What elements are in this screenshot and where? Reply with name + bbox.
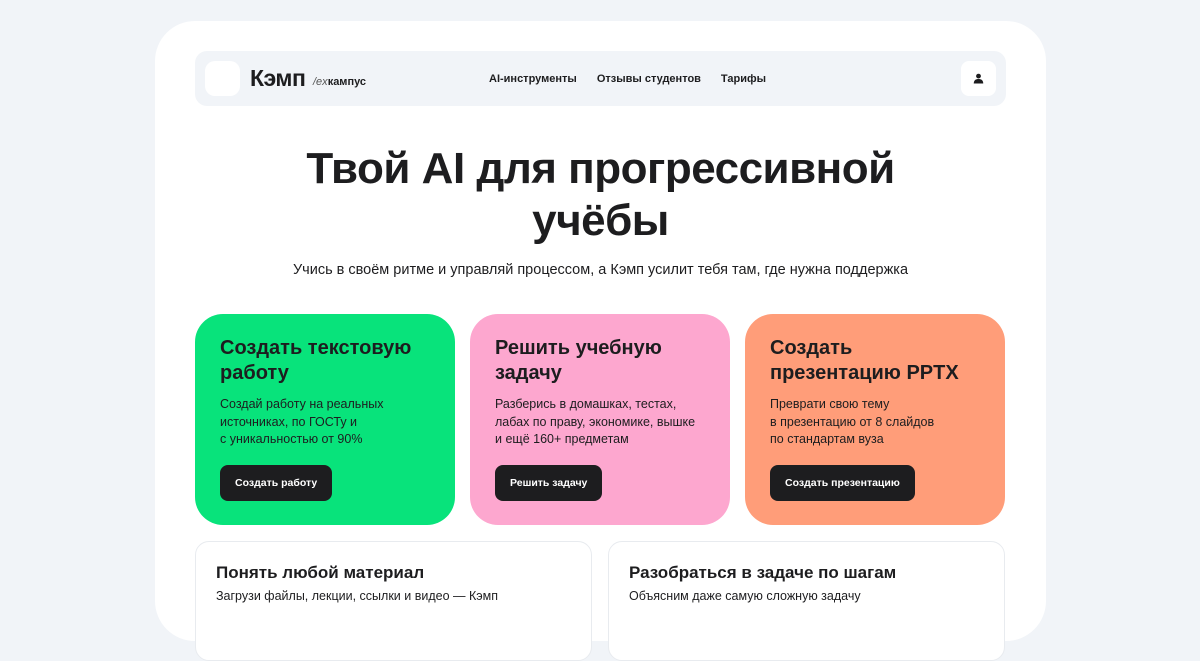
nav-link-ai-tools[interactable]: AI-инструменты: [489, 73, 577, 85]
create-work-button[interactable]: Создать работу: [220, 465, 333, 501]
card-desc-line: в презентацию от 8 слайдов: [770, 414, 935, 429]
hero-title-line1: Твой AI для прогрессивной: [306, 144, 895, 193]
card-title-line2: работу: [220, 362, 289, 384]
card-title-line2: презентацию PPTX: [770, 362, 959, 384]
create-presentation-button[interactable]: Создать презентацию: [770, 465, 915, 501]
user-icon: [973, 73, 984, 84]
feature-title: Понять любой материал: [216, 563, 425, 582]
brand-subtitle: /exкампус: [313, 76, 366, 88]
card-desc-line: и ещё 160+ предметам: [495, 432, 629, 446]
card-desc-line: Создай работу на реальных: [220, 397, 384, 411]
card-title: Создать презентацию PPTX: [770, 336, 990, 386]
card-description: Разберись в домашках, тестах, лабах по п…: [495, 396, 715, 449]
hero-subtitle: Учись в своём ритме и управляй процессом…: [292, 262, 909, 278]
card-desc-line: Разберись в домашках, тестах,: [495, 397, 677, 411]
nav-link-pricing[interactable]: Тарифы: [721, 73, 766, 85]
logo-icon[interactable]: [205, 61, 240, 96]
card-desc-line: по стандартам вуза: [770, 432, 884, 446]
top-navbar: Кэмп /exкампус AI-инструменты Отзывы сту…: [195, 51, 1006, 106]
card-desc-line: Преврати свою тему: [770, 397, 890, 411]
hero-title: Твой AI для прогрессивной учёбы: [155, 143, 1046, 247]
feature-card-step-by-step[interactable]: Разобраться в задаче по шагам Объясним д…: [608, 541, 1005, 661]
card-title-line2: задачу: [495, 362, 562, 384]
nav-links: AI-инструменты Отзывы студентов Тарифы: [489, 51, 766, 106]
hero-title-line2: учёбы: [532, 196, 669, 245]
feature-title: Разобраться в задаче по шагам: [629, 563, 897, 582]
card-text-work[interactable]: Создать текстовую работу Создай работу н…: [195, 314, 455, 525]
card-title-line1: Решить учебную: [495, 337, 662, 359]
card-desc-line: с уникальностью от 90%: [220, 432, 363, 446]
brand-name[interactable]: Кэмп: [250, 65, 306, 92]
card-solve-task[interactable]: Решить учебную задачу Разберись в домашк…: [470, 314, 730, 525]
main-page-container: Кэмп /exкампус AI-инструменты Отзывы сту…: [155, 21, 1046, 661]
user-account-button[interactable]: [961, 61, 996, 96]
card-title-line1: Создать: [770, 337, 853, 359]
brand-sub-label: кампус: [327, 76, 367, 88]
feature-card-understand-material[interactable]: Понять любой материал Загрузи файлы, лек…: [195, 541, 592, 661]
card-title: Решить учебную задачу: [495, 336, 715, 386]
nav-link-reviews[interactable]: Отзывы студентов: [597, 73, 701, 85]
card-title: Создать текстовую работу: [220, 336, 440, 386]
feature-description: Объясним даже самую сложную задачу: [629, 589, 861, 603]
card-desc-line: лабах по праву, экономике, вышке: [495, 414, 696, 429]
feature-description: Загрузи файлы, лекции, ссылки и видео — …: [216, 589, 498, 603]
card-title-line1: Создать текстовую: [220, 337, 412, 359]
card-description: Создай работу на реальных источниках, по…: [220, 396, 440, 449]
card-desc-line: источниках, по ГОСТу и: [220, 414, 358, 429]
brand-prefix: /ex: [313, 76, 328, 88]
card-presentation[interactable]: Создать презентацию PPTX Преврати свою т…: [745, 314, 1005, 525]
solve-task-button[interactable]: Решить задачу: [495, 465, 603, 501]
card-description: Преврати свою тему в презентацию от 8 сл…: [770, 396, 990, 449]
